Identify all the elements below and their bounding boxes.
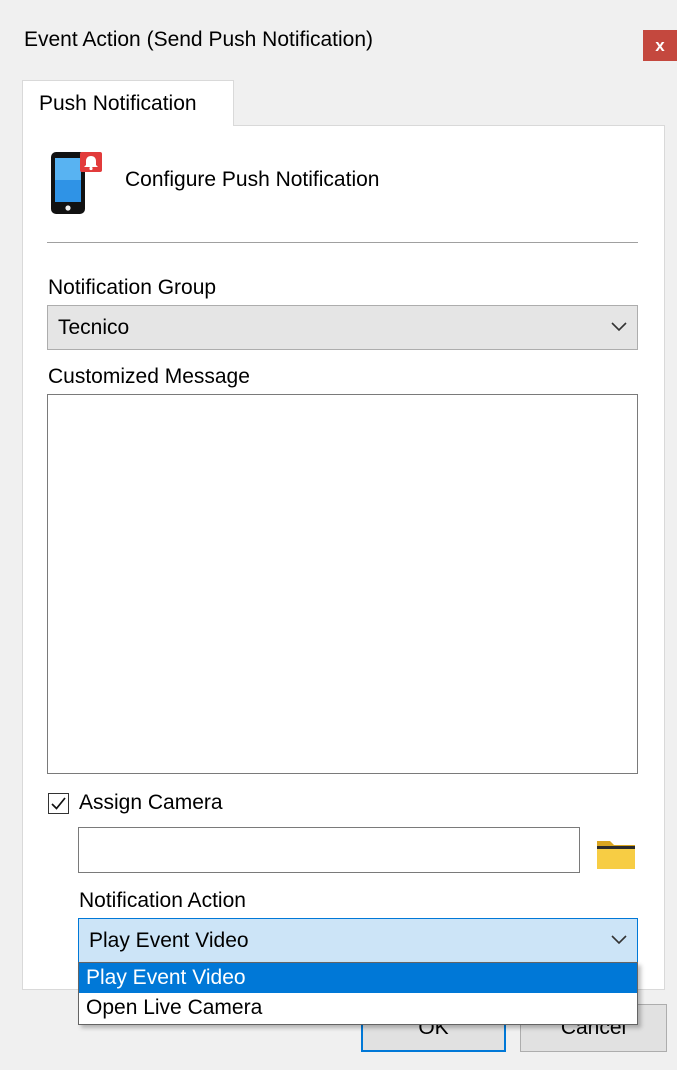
- close-button[interactable]: x: [643, 30, 677, 61]
- dropdown-option-play-event-video[interactable]: Play Event Video: [79, 963, 637, 993]
- customized-message-textarea[interactable]: [47, 394, 638, 774]
- window-title: Event Action (Send Push Notification): [24, 28, 374, 51]
- separator: [47, 242, 638, 243]
- assign-camera-checkbox[interactable]: [48, 793, 69, 814]
- tab-push-notification[interactable]: Push Notification: [22, 80, 234, 126]
- folder-icon[interactable]: [596, 837, 636, 870]
- checkmark-icon: [51, 797, 66, 810]
- customized-message-label: Customized Message: [48, 365, 250, 388]
- notification-action-value: Play Event Video: [89, 928, 249, 952]
- notification-action-select[interactable]: Play Event Video: [78, 918, 638, 963]
- chevron-down-icon: [611, 321, 627, 331]
- notification-action-label: Notification Action: [79, 889, 246, 912]
- title-bar: Event Action (Send Push Notification) x: [0, 0, 677, 70]
- notification-action-dropdown: Play Event Video Open Live Camera: [78, 962, 638, 1025]
- notification-group-label: Notification Group: [48, 276, 217, 299]
- camera-input[interactable]: [78, 827, 580, 873]
- close-icon: x: [655, 35, 665, 55]
- notification-group-value: Tecnico: [58, 315, 130, 339]
- phone-notification-icon: [51, 152, 102, 214]
- assign-camera-label: Assign Camera: [79, 791, 223, 814]
- notification-group-select[interactable]: Tecnico: [47, 305, 638, 350]
- chevron-down-icon: [611, 934, 627, 944]
- dropdown-option-open-live-camera[interactable]: Open Live Camera: [79, 993, 637, 1023]
- tab-label: Push Notification: [39, 92, 197, 115]
- configure-title: Configure Push Notification: [125, 168, 380, 191]
